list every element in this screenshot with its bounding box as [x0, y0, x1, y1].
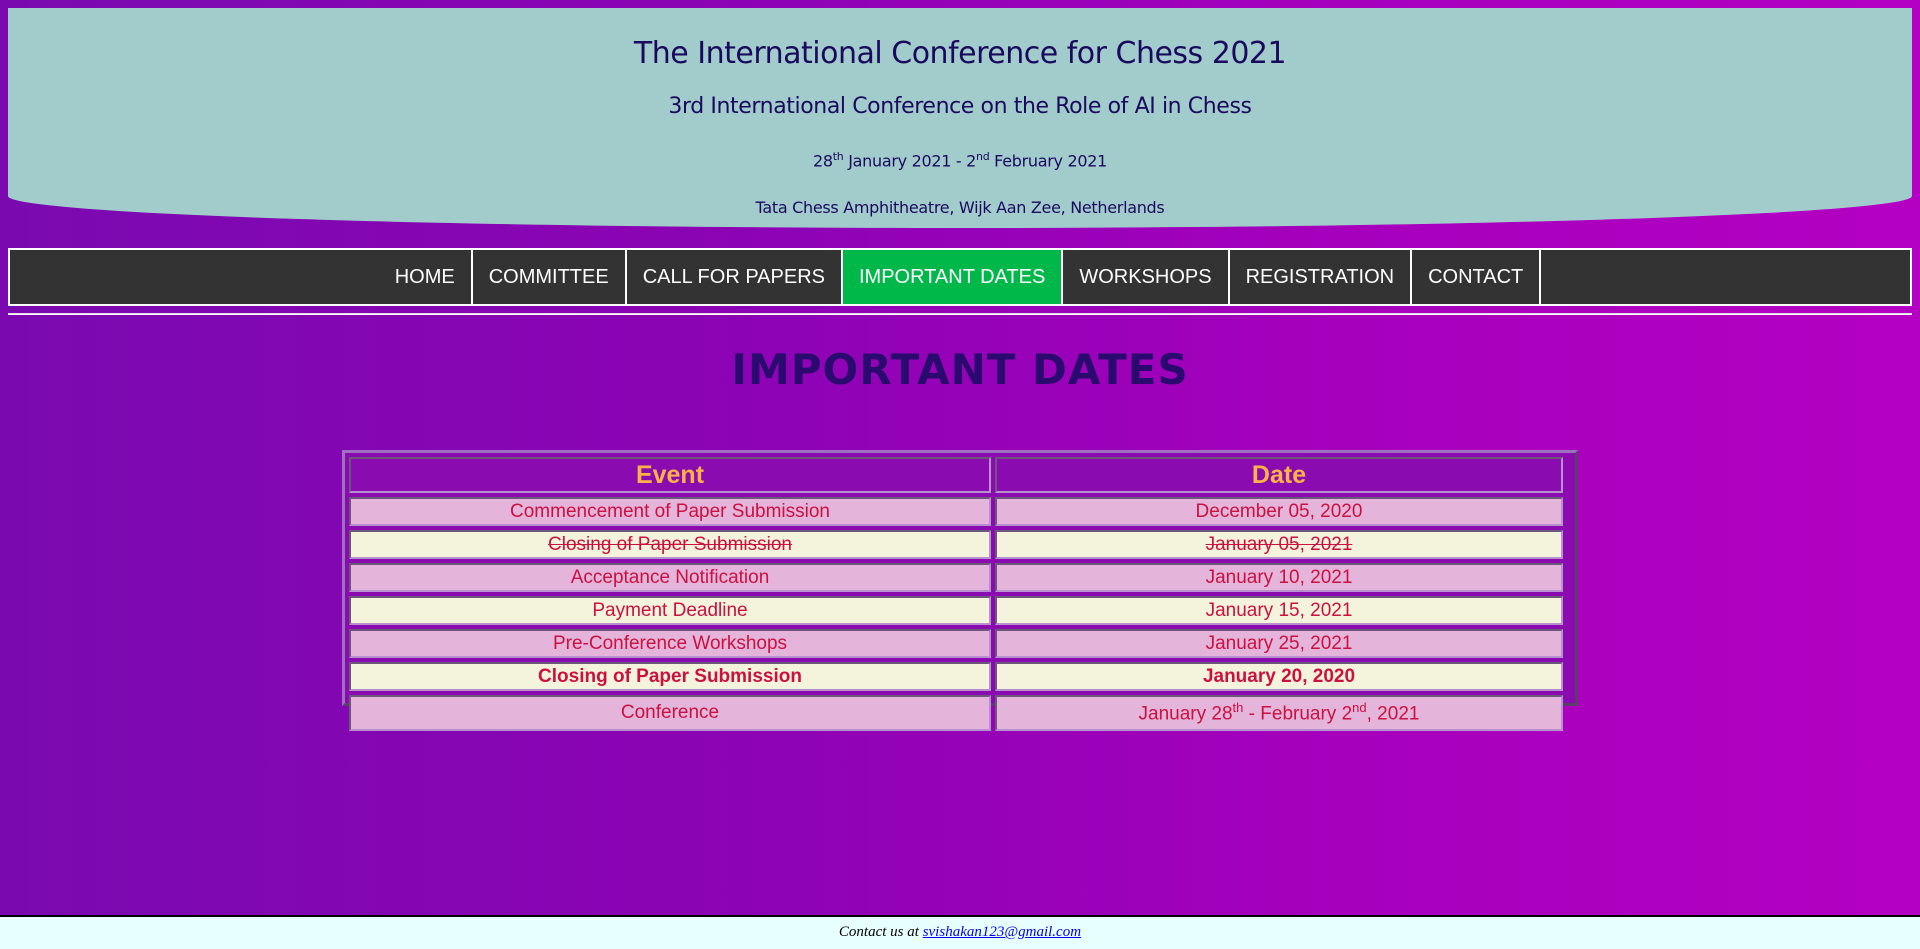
table-row: Commencement of Paper Submission Decembe… — [349, 497, 1563, 526]
main-navigation: HOME COMMITTEE CALL FOR PAPERS IMPORTANT… — [8, 248, 1912, 306]
page-title: IMPORTANT DATES — [731, 345, 1189, 394]
conference-venue: Tata Chess Amphitheatre, Wijk Aan Zee, N… — [755, 198, 1165, 217]
table-row: Conference January 28th - February 2nd, … — [349, 695, 1563, 731]
event-cell: Conference — [349, 695, 991, 731]
conference-title: The International Conference for Chess 2… — [633, 36, 1287, 71]
event-cell: Pre-Conference Workshops — [349, 629, 991, 658]
event-cell-struck: Closing of Paper Submission — [349, 530, 991, 559]
header-banner: The International Conference for Chess 2… — [8, 8, 1912, 228]
header-date: Date — [995, 457, 1563, 493]
nav-call-for-papers[interactable]: CALL FOR PAPERS — [627, 250, 843, 304]
event-cell-highlight: Closing of Paper Submission — [349, 662, 991, 691]
table-header-row: Event Date — [349, 457, 1563, 493]
date-cell: December 05, 2020 — [995, 497, 1563, 526]
nav-important-dates[interactable]: IMPORTANT DATES — [842, 250, 1064, 304]
event-cell: Payment Deadline — [349, 596, 991, 625]
date-cell: January 28th - February 2nd, 2021 — [995, 695, 1563, 731]
conference-subtitle: 3rd International Conference on the Role… — [668, 94, 1252, 119]
nav-committee[interactable]: COMMITTEE — [473, 250, 627, 304]
event-cell: Commencement of Paper Submission — [349, 497, 991, 526]
nav-registration[interactable]: REGISTRATION — [1230, 250, 1413, 304]
dates-table-container: Event Date Commencement of Paper Submiss… — [342, 450, 1578, 731]
nav-workshops[interactable]: WORKSHOPS — [1063, 250, 1230, 304]
date-cell: January 15, 2021 — [995, 596, 1563, 625]
important-dates-table: Event Date Commencement of Paper Submiss… — [345, 453, 1567, 735]
table-row: Pre-Conference Workshops January 25, 202… — [349, 629, 1563, 658]
conference-dates: 28th January 2021 - 2nd February 2021 — [813, 150, 1107, 171]
nav-home[interactable]: HOME — [379, 250, 473, 304]
nav-contact[interactable]: CONTACT — [1412, 250, 1542, 304]
table-row: Acceptance Notification January 10, 2021 — [349, 563, 1563, 592]
table-row: Payment Deadline January 15, 2021 — [349, 596, 1563, 625]
event-cell: Acceptance Notification — [349, 563, 991, 592]
date-cell-struck: January 05, 2021 — [995, 530, 1563, 559]
header-event: Event — [349, 457, 991, 493]
table-row: Closing of Paper Submission January 05, … — [349, 530, 1563, 559]
date-cell: January 25, 2021 — [995, 629, 1563, 658]
divider — [8, 313, 1912, 315]
date-cell-highlight: January 20, 2020 — [995, 662, 1563, 691]
date-cell: January 10, 2021 — [995, 563, 1563, 592]
footer: Contact us at svishakan123@gmail.com — [0, 915, 1920, 949]
contact-email-link[interactable]: svishakan123@gmail.com — [923, 924, 1081, 940]
table-row: Closing of Paper Submission January 20, … — [349, 662, 1563, 691]
footer-text: Contact us at — [838, 924, 923, 940]
